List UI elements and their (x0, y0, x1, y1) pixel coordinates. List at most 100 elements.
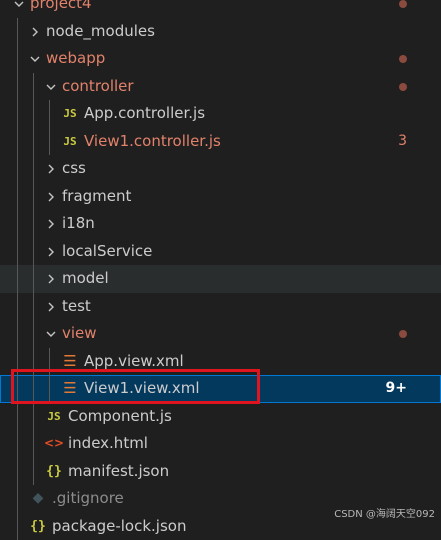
indent-guide (17, 100, 18, 128)
modified-dot-icon (399, 330, 407, 338)
js-file-icon: JS (44, 403, 64, 430)
indent-guide (33, 430, 34, 458)
indent-guide (17, 320, 18, 348)
git-file-icon: ◆ (28, 485, 48, 512)
file-row-component-js[interactable]: JSComponent.js (0, 403, 441, 431)
js-file-icon: JS (60, 128, 80, 155)
file-row-view1-view-xml[interactable]: ☰View1.view.xml 9+ (0, 375, 441, 403)
item-label: i18n (62, 210, 95, 238)
chevron-right-icon[interactable] (44, 210, 58, 237)
item-label: webapp (46, 45, 105, 73)
indent-guide (33, 320, 34, 348)
item-label: .gitignore (52, 485, 124, 513)
chevron-right-icon[interactable] (28, 18, 42, 45)
indent-guide (33, 458, 34, 486)
file-row-app-controller-js[interactable]: JSApp.controller.js (0, 100, 441, 128)
html-file-icon: <> (44, 430, 64, 457)
folder-row-model[interactable]: model (0, 265, 441, 293)
item-label: manifest.json (68, 458, 169, 486)
item-label: model (62, 265, 109, 293)
item-label: index.html (68, 430, 148, 458)
folder-row-localservice[interactable]: localService (0, 238, 441, 266)
indent-guide (17, 45, 18, 73)
folder-row-project4[interactable]: project4 (0, 0, 441, 18)
folder-row-webapp[interactable]: webapp (0, 45, 441, 73)
folder-row-fragment[interactable]: fragment (0, 183, 441, 211)
indent-guide (17, 155, 18, 183)
indent-guide (33, 403, 34, 431)
indent-guide (33, 128, 34, 156)
indent-guide (17, 403, 18, 431)
file-row-app-view-xml[interactable]: ☰App.view.xml (0, 348, 441, 376)
file-row-manifest-json[interactable]: {}manifest.json (0, 458, 441, 486)
file-row-view1-controller-js[interactable]: JSView1.controller.js 3 (0, 128, 441, 156)
indent-guide (17, 183, 18, 211)
indent-guide (33, 210, 34, 238)
indent-guide (17, 348, 18, 376)
indent-guide (33, 238, 34, 266)
indent-guide (33, 293, 34, 321)
item-label: View1.controller.js (84, 128, 221, 156)
chevron-down-icon[interactable] (44, 73, 58, 100)
indent-guide (17, 18, 18, 46)
item-label: App.view.xml (84, 348, 184, 376)
folder-row-controller[interactable]: controller (0, 73, 441, 101)
chevron-right-icon[interactable] (44, 265, 58, 292)
item-label: css (62, 155, 86, 183)
problem-count-badge: 9+ (386, 375, 407, 403)
indent-guide (17, 430, 18, 458)
folder-row-view[interactable]: view (0, 320, 441, 348)
indent-guide (49, 348, 50, 376)
modified-dot-icon (399, 55, 407, 63)
modified-dot-icon (399, 83, 407, 91)
item-label: view (62, 320, 97, 348)
item-label: App.controller.js (84, 100, 205, 128)
folder-row-css[interactable]: css (0, 155, 441, 183)
item-label: Component.js (68, 403, 172, 431)
problem-count-badge: 3 (398, 128, 407, 156)
chevron-down-icon[interactable] (28, 45, 42, 72)
chevron-right-icon[interactable] (44, 183, 58, 210)
indent-guide (17, 265, 18, 293)
chevron-right-icon[interactable] (44, 293, 58, 320)
item-label: localService (62, 238, 152, 266)
folder-row-i18n[interactable]: i18n (0, 210, 441, 238)
item-label: package-lock.json (52, 513, 186, 540)
indent-guide (17, 513, 18, 540)
indent-guide (17, 238, 18, 266)
js-file-icon: JS (60, 100, 80, 127)
file-explorer-tree: project4node_moduleswebappcontrollerJSAp… (0, 0, 441, 540)
item-label: project4 (30, 0, 92, 18)
watermark: CSDN @海阔天空092 (334, 505, 435, 520)
indent-guide (33, 183, 34, 211)
indent-guide (17, 73, 18, 101)
indent-guide (33, 348, 34, 376)
chevron-right-icon[interactable] (44, 238, 58, 265)
folder-row-test[interactable]: test (0, 293, 441, 321)
indent-guide (49, 100, 50, 128)
indent-guide (17, 458, 18, 486)
xml-file-icon: ☰ (60, 348, 80, 375)
indent-guide (33, 155, 34, 183)
indent-guide (17, 293, 18, 321)
indent-guide (33, 100, 34, 128)
chevron-right-icon[interactable] (44, 155, 58, 182)
item-label: View1.view.xml (84, 375, 200, 403)
indent-guide (49, 375, 50, 403)
indent-guide (17, 375, 18, 403)
file-row-index-html[interactable]: <>index.html (0, 430, 441, 458)
json-file-icon: {} (44, 458, 64, 485)
folder-row-node-modules[interactable]: node_modules (0, 18, 441, 46)
indent-guide (17, 485, 18, 513)
indent-guide (33, 73, 34, 101)
item-label: controller (62, 73, 134, 101)
indent-guide (17, 128, 18, 156)
item-label: fragment (62, 183, 131, 211)
xml-file-icon: ☰ (60, 375, 80, 402)
item-label: node_modules (46, 18, 155, 46)
chevron-down-icon[interactable] (44, 320, 58, 347)
indent-guide (33, 375, 34, 403)
indent-guide (49, 128, 50, 156)
chevron-down-icon[interactable] (12, 0, 26, 17)
indent-guide (33, 265, 34, 293)
